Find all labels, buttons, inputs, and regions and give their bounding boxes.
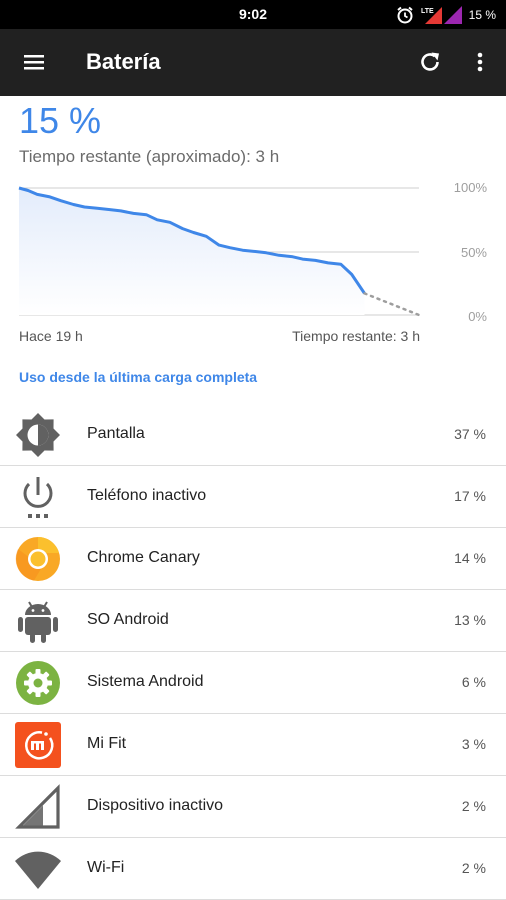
refresh-button[interactable] xyxy=(408,40,452,84)
mi-fit-icon xyxy=(14,721,62,769)
status-battery-percent: 15 % xyxy=(468,8,496,22)
usage-row-value: 2 % xyxy=(461,798,486,814)
alarm-icon xyxy=(397,6,413,24)
usage-row-label: Pantalla xyxy=(87,425,145,442)
lte-signal-icon: LTE xyxy=(421,7,442,24)
wifi-icon xyxy=(14,845,62,893)
status-icons: LTE 15 % xyxy=(395,4,496,26)
chart-x-end-label: Tiempo restante: 3 h xyxy=(292,328,420,344)
more-options-button[interactable] xyxy=(458,40,502,84)
usage-section-title: Uso desde la última carga completa xyxy=(19,369,258,385)
usage-row-wifi[interactable]: Wi-Fi 2 % xyxy=(0,838,506,900)
usage-row-value: 17 % xyxy=(454,488,486,504)
settings-icon xyxy=(14,659,62,707)
usage-row-telefono-inactivo[interactable]: Teléfono inactivo 17 % xyxy=(0,466,506,528)
usage-row-value: 37 % xyxy=(454,426,486,442)
chrome-canary-icon xyxy=(14,535,62,583)
usage-list: Pantalla 37 % Teléfono inactivo 17 % Chr… xyxy=(0,404,506,900)
usage-row-value: 13 % xyxy=(454,612,486,628)
status-bar: 9:02 LTE 15 % xyxy=(0,0,506,29)
usage-row-label: Teléfono inactivo xyxy=(87,487,207,504)
chart-x-start-label: Hace 19 h xyxy=(19,328,83,344)
lte-label: LTE xyxy=(421,8,434,15)
usage-row-sistema-android[interactable]: Sistema Android 6 % xyxy=(0,652,506,714)
usage-row-label: Mi Fit xyxy=(87,735,127,752)
battery-percent: 15 % xyxy=(19,100,102,141)
cell-signal-icon xyxy=(14,783,62,831)
refresh-icon xyxy=(421,52,439,71)
android-icon xyxy=(14,597,62,645)
y-tick-100: 100% xyxy=(454,180,488,195)
menu-button[interactable] xyxy=(12,40,56,84)
usage-row-mi-fit[interactable]: Mi Fit 3 % xyxy=(0,714,506,776)
cell-signal-status-icon xyxy=(443,6,462,24)
usage-row-pantalla[interactable]: Pantalla 37 % xyxy=(0,404,506,466)
more-vert-icon xyxy=(477,52,483,72)
y-tick-0: 0% xyxy=(468,309,487,324)
usage-row-value: 6 % xyxy=(461,674,486,690)
battery-history-chart: 100% 50% 0% xyxy=(18,180,488,324)
usage-row-chrome-canary[interactable]: Chrome Canary 14 % xyxy=(0,528,506,590)
usage-row-value: 2 % xyxy=(461,860,486,876)
y-tick-50: 50% xyxy=(461,245,487,260)
menu-icon xyxy=(24,55,44,70)
usage-row-label: Chrome Canary xyxy=(87,549,200,566)
time-remaining: Tiempo restante (aproximado): 3 h xyxy=(19,147,280,166)
app-bar: Batería xyxy=(0,29,506,96)
usage-row-label: Wi-Fi xyxy=(87,859,125,876)
battery-projection-line xyxy=(363,292,421,317)
usage-row-label: Dispositivo inactivo xyxy=(87,797,224,814)
page-title: Batería xyxy=(86,49,161,74)
power-icon xyxy=(14,473,62,521)
usage-row-value: 14 % xyxy=(454,550,486,566)
brightness-icon xyxy=(14,411,62,459)
usage-row-so-android[interactable]: SO Android 13 % xyxy=(0,590,506,652)
usage-row-label: Sistema Android xyxy=(87,673,204,690)
usage-row-label: SO Android xyxy=(87,611,169,628)
usage-row-value: 3 % xyxy=(461,736,486,752)
usage-row-dispositivo-inactivo[interactable]: Dispositivo inactivo 2 % xyxy=(0,776,506,838)
